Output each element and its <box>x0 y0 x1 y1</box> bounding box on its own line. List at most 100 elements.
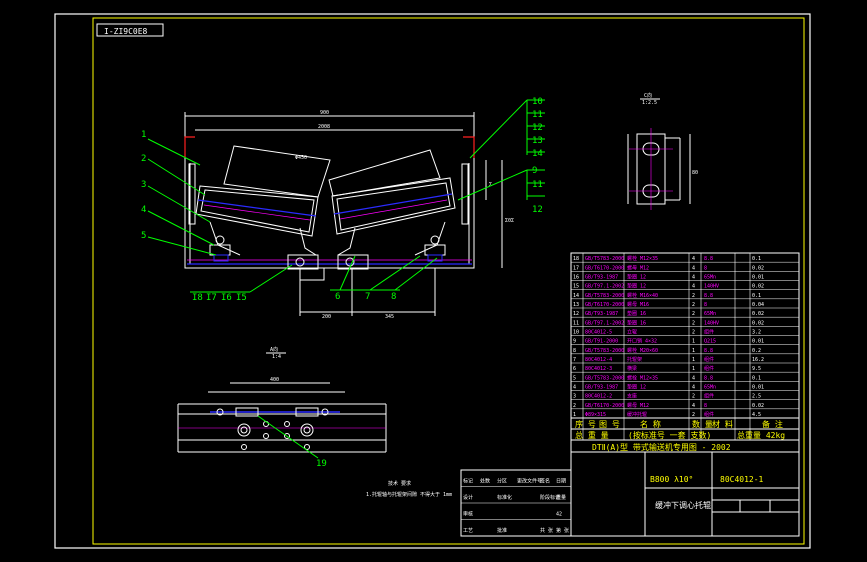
callout-16: I6 <box>221 293 232 303</box>
parts-cell: 4 <box>692 375 695 381</box>
parts-cell: 13 <box>573 302 579 308</box>
parts-cell: 80C4012-4 <box>585 357 612 363</box>
parts-cell: 开口销 4×32 <box>627 338 657 345</box>
parts-cell: 8.8 <box>704 256 713 262</box>
parts-cell: 9 <box>573 339 576 345</box>
rev-cell: 标记 <box>463 478 473 485</box>
parts-cell: 8 <box>704 403 707 409</box>
inner-frame <box>92 17 805 545</box>
callout-10: 10 <box>532 97 543 107</box>
parts-cell: 2 <box>692 394 695 400</box>
parts-header-qty: 数 量 <box>692 419 713 429</box>
callout-12a: 12 <box>532 123 543 133</box>
parts-cell: 螺栓 M12×35 <box>627 374 658 381</box>
parts-cell: 支座 <box>627 393 637 400</box>
parts-cell: 4 <box>692 265 695 271</box>
parts-cell: GB/T93-1987 <box>585 311 618 317</box>
parts-cell: 螺母 M12 <box>627 402 649 409</box>
parts-cell: 65Mn <box>704 275 716 281</box>
parts-cell: 螺母 M12 <box>627 264 649 271</box>
svg-text:345: 345 <box>385 314 394 320</box>
rev-cell: 更改文件号 <box>517 478 542 485</box>
callout-2: 2 <box>141 154 146 164</box>
svg-text:80: 80 <box>692 170 698 176</box>
parts-cell: 4 <box>692 385 695 391</box>
title-block: DTⅡ(A)型 带式输送机专用图 - 2002 B800 λ10° 80C401… <box>570 439 800 537</box>
parts-cell: 螺栓 M16×40 <box>627 292 658 299</box>
callout-4: 4 <box>141 205 146 215</box>
parts-cell: 8.8 <box>704 375 713 381</box>
parts-header-name: 名 称 <box>640 419 661 429</box>
callout-18: I8 <box>192 293 203 303</box>
weight-row-std: (按标准号 一套 支数) <box>628 430 711 440</box>
callout-15: I5 <box>236 293 247 303</box>
parts-cell: GB/T6170-2000 <box>585 403 624 409</box>
parts-cell: 组件 <box>704 329 714 336</box>
parts-cell: 垫圈 16 <box>627 319 646 326</box>
rev-cell: 签名 <box>540 478 550 485</box>
parts-cell: 8.8 <box>704 293 713 299</box>
parts-cell: 0.01 <box>752 339 764 345</box>
callout-3: 3 <box>141 180 146 190</box>
svg-text:400: 400 <box>270 377 279 383</box>
rev-cell: 分区 <box>497 478 507 485</box>
parts-cell: 9.5 <box>752 366 761 372</box>
weight-row-label: 总 重 量 <box>575 430 609 440</box>
parts-cell: 0.1 <box>752 256 761 262</box>
callout-5: 5 <box>141 231 146 241</box>
callout-1: 1 <box>141 130 146 140</box>
right-top-callouts: 10 11 12 13 14 <box>469 97 545 159</box>
cad-drawing-sheet: I-ZI9C0E8 900 2008 Φ450 200 345 Σ Σ0Σ 1 … <box>54 13 811 549</box>
parts-cell: 80C4012-2 <box>585 394 612 400</box>
rev-cell: 设计 <box>463 494 473 501</box>
parts-cell: GB/T93-1987 <box>585 275 618 281</box>
rev-cell: 日期 <box>556 479 566 485</box>
parts-cell: 4 <box>692 284 695 290</box>
rev-cell: 批准 <box>497 527 507 534</box>
parts-cell: 80C4012-3 <box>585 366 612 372</box>
parts-cell: 0.02 <box>752 284 764 290</box>
rev-cell: 标准化 <box>497 494 512 501</box>
parts-cell: 组件 <box>704 356 714 363</box>
section-c-view: C向 1:2.5 80 <box>627 92 698 210</box>
view-a-title: A向 <box>270 346 278 353</box>
parts-cell: 0.2 <box>752 348 761 354</box>
parts-cell: 4 <box>692 403 695 409</box>
parts-cell: GB/T5783-2000 <box>585 293 624 299</box>
parts-cell: 2 <box>692 311 695 317</box>
callout-9: 9 <box>532 166 537 176</box>
callout-12b: 12 <box>532 205 543 215</box>
parts-cell: 组件 <box>704 393 714 400</box>
notes-line-1: 1.托辊轴与托辊架间隙 不得大于 1mm <box>366 491 452 498</box>
rev-cell: 工艺 <box>463 528 473 534</box>
parts-cell: 组件 <box>704 365 714 372</box>
parts-header-note: 备 注 <box>762 419 783 429</box>
parts-cell: 4.5 <box>752 412 761 418</box>
callout-17: I7 <box>206 293 217 303</box>
parts-cell: 12 <box>573 311 579 317</box>
parts-cell: 2 <box>692 320 695 326</box>
parts-cell: 立辊 <box>627 329 637 336</box>
parts-cell: 15 <box>573 284 579 290</box>
parts-cell: GB/T6170-2000 <box>585 302 624 308</box>
parts-cell: 组件 <box>704 411 714 418</box>
title-code: 80C4012-1 <box>720 475 764 484</box>
parts-cell: 0.1 <box>752 293 761 299</box>
parts-cell: 0.1 <box>752 375 761 381</box>
parts-cell: 垫圈 12 <box>627 274 646 281</box>
parts-cell: 3.2 <box>752 330 761 336</box>
parts-cell: GB/T97.1-2002 <box>585 284 624 290</box>
parts-cell: 1 <box>692 348 695 354</box>
parts-cell: 7 <box>573 357 576 363</box>
parts-cell: 140HV <box>704 320 719 326</box>
section-c-title: C向 <box>644 92 652 99</box>
callout-13: 13 <box>532 136 543 146</box>
parts-cell: 4 <box>692 275 695 281</box>
parts-cell: 0.02 <box>752 403 764 409</box>
parts-cell: 2 <box>692 330 695 336</box>
svg-text:200: 200 <box>322 314 331 320</box>
parts-cell: 8 <box>704 302 707 308</box>
parts-cell: 1 <box>692 366 695 372</box>
parts-cell: 螺栓 M20×60 <box>627 347 658 354</box>
rev-cell: 审核 <box>463 511 473 518</box>
